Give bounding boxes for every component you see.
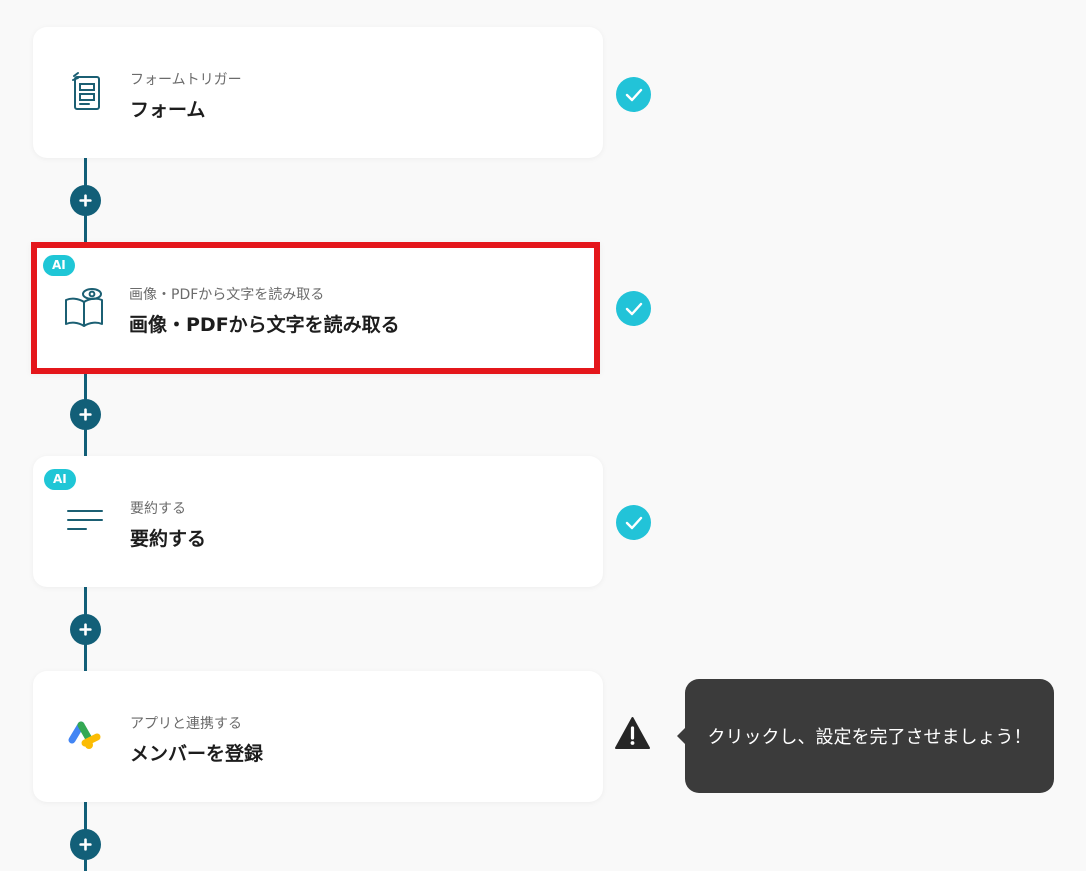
form-icon (62, 69, 108, 115)
ocr-book-eye-icon (61, 285, 107, 331)
step-title: メンバーを登録 (130, 743, 264, 765)
step-card-form-trigger[interactable]: フォームトリガー フォーム (33, 27, 603, 158)
status-complete-icon (616, 291, 651, 326)
plus-icon (79, 194, 92, 207)
step-subtitle: 要約する (130, 501, 186, 517)
plus-icon (79, 623, 92, 636)
step-card-summarize[interactable]: AI 要約する 要約する (33, 456, 603, 587)
status-complete-icon (616, 77, 651, 112)
flow-canvas: フォームトリガー フォーム AI 画像・PDFから文字を読み取る 画像・PDFか… (0, 0, 1086, 871)
step-subtitle: フォームトリガー (130, 72, 242, 88)
setup-tooltip: クリックし、設定を完了させましょう！ (685, 679, 1054, 793)
step-subtitle: アプリと連携する (130, 716, 242, 732)
tooltip-text: クリックし、設定を完了させましょう！ (707, 727, 1032, 748)
step-subtitle: 画像・PDFから文字を読み取る (129, 287, 325, 303)
add-step-button[interactable] (70, 185, 101, 216)
ai-badge: AI (43, 255, 75, 276)
plus-icon (79, 838, 92, 851)
add-step-button[interactable] (70, 829, 101, 860)
plus-icon (79, 408, 92, 421)
app-integration-icon (62, 713, 108, 759)
add-step-button[interactable] (70, 399, 101, 430)
warning-icon (614, 716, 651, 750)
step-card-ocr[interactable]: AI 画像・PDFから文字を読み取る 画像・PDFから文字を読み取る (31, 242, 600, 374)
summary-lines-icon (62, 498, 108, 544)
step-card-app-integration[interactable]: アプリと連携する メンバーを登録 (33, 671, 603, 802)
step-title: フォーム (130, 99, 206, 121)
ai-badge: AI (44, 469, 76, 490)
step-title: 画像・PDFから文字を読み取る (129, 314, 400, 336)
status-complete-icon (616, 505, 651, 540)
add-step-button[interactable] (70, 614, 101, 645)
step-title: 要約する (130, 528, 207, 550)
